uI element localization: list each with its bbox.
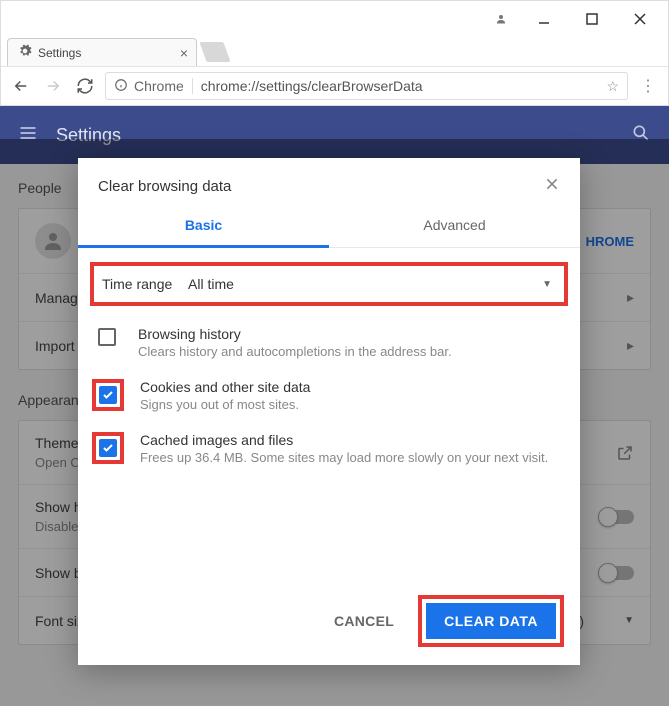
tab-title: Settings xyxy=(38,46,81,60)
close-tab-icon[interactable]: × xyxy=(180,45,188,61)
option-desc: Frees up 36.4 MB. Some sites may load mo… xyxy=(140,450,548,465)
reload-button[interactable] xyxy=(73,74,97,98)
checkbox-cached[interactable] xyxy=(99,439,117,457)
back-button[interactable] xyxy=(9,74,33,98)
clear-data-button[interactable]: CLEAR DATA xyxy=(426,603,556,639)
option-title: Cookies and other site data xyxy=(140,379,310,395)
tab-basic[interactable]: Basic xyxy=(78,205,329,248)
browser-menu-button[interactable]: ⋮ xyxy=(636,76,660,96)
clear-browsing-data-dialog: Clear browsing data Basic Advanced Time … xyxy=(78,158,580,665)
forward-button[interactable] xyxy=(41,74,65,98)
window-titlebar xyxy=(0,0,669,36)
time-range-select[interactable]: All time ▼ xyxy=(182,272,558,296)
bookmark-star-icon[interactable]: ☆ xyxy=(606,78,619,95)
option-desc: Clears history and autocompletions in th… xyxy=(138,344,452,359)
tab-strip: Settings × xyxy=(0,36,669,66)
time-range-label: Time range xyxy=(102,276,182,292)
checkbox-browsing-history[interactable] xyxy=(98,328,116,346)
url-scheme-label: Chrome xyxy=(134,78,193,94)
address-bar[interactable]: Chrome chrome://settings/clearBrowserDat… xyxy=(105,72,628,100)
browser-tab-settings[interactable]: Settings × xyxy=(7,38,197,66)
tab-advanced[interactable]: Advanced xyxy=(329,205,580,248)
checkbox-cookies[interactable] xyxy=(99,386,117,404)
url-text: chrome://settings/clearBrowserData xyxy=(201,78,423,94)
cancel-button[interactable]: CANCEL xyxy=(320,603,408,639)
dialog-tabs: Basic Advanced xyxy=(78,205,580,248)
site-info-icon[interactable] xyxy=(114,78,128,95)
option-cached: Cached images and files Frees up 36.4 MB… xyxy=(78,422,580,475)
close-window-button[interactable] xyxy=(616,5,664,33)
new-tab-button[interactable] xyxy=(199,42,230,62)
maximize-button[interactable] xyxy=(568,5,616,33)
option-cookies: Cookies and other site data Signs you ou… xyxy=(78,369,580,422)
gear-icon xyxy=(18,44,32,61)
option-desc: Signs you out of most sites. xyxy=(140,397,310,412)
browser-toolbar: Chrome chrome://settings/clearBrowserDat… xyxy=(0,66,669,106)
close-dialog-button[interactable] xyxy=(544,176,560,197)
dialog-actions: CANCEL CLEAR DATA xyxy=(78,575,580,665)
option-browsing-history: Browsing history Clears history and auto… xyxy=(78,316,580,369)
dialog-title: Clear browsing data xyxy=(98,178,231,195)
chevron-down-icon: ▼ xyxy=(542,279,552,290)
time-range-row: Time range All time ▼ xyxy=(90,262,568,306)
user-account-icon[interactable] xyxy=(485,13,517,25)
minimize-button[interactable] xyxy=(520,5,568,33)
option-title: Browsing history xyxy=(138,326,452,342)
option-title: Cached images and files xyxy=(140,432,548,448)
